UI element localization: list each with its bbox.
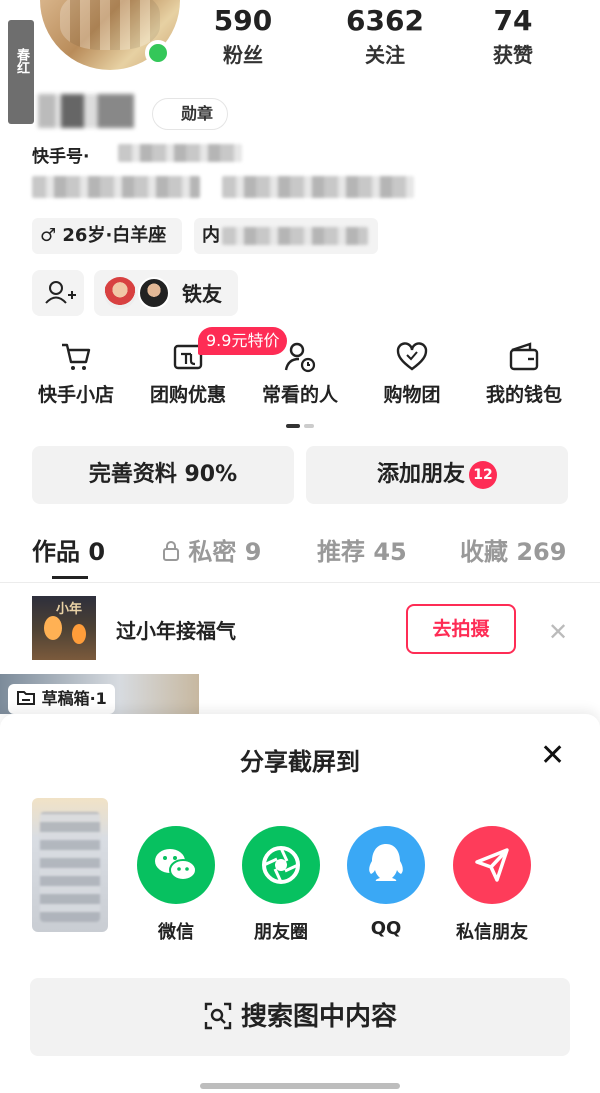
promo-label: 9.9元特价: [206, 331, 280, 350]
complete-profile-button[interactable]: 完善资料 90%: [32, 446, 294, 504]
stat-fans-count: 590: [213, 4, 273, 37]
iron-friend-chip[interactable]: 铁友: [94, 270, 238, 316]
tab-recommend[interactable]: 推荐 45: [317, 532, 407, 567]
tab-private-label: 私密 9: [188, 538, 262, 566]
menu-frequent-people-label: 常看的人: [261, 384, 338, 406]
menu-shopping-group[interactable]: 购物团: [352, 340, 472, 407]
menu-kuaishou-shop[interactable]: 快手小店: [16, 340, 136, 407]
share-qq[interactable]: QQ: [336, 826, 436, 939]
image-search-icon: [204, 1002, 232, 1030]
age-sign-tag: ♂ 26岁·白羊座: [32, 218, 182, 254]
menu-page-indicator: [286, 424, 314, 428]
stat-likes-label: 获赞: [493, 43, 533, 67]
banner-title: 过小年接福气: [116, 619, 236, 643]
menu-shopping-group-label: 购物团: [383, 384, 441, 406]
menu-kuaishou-shop-label: 快手小店: [37, 384, 114, 406]
search-image-content-label: 搜索图中内容: [240, 1002, 397, 1032]
iron-friend-label: 铁友: [182, 282, 222, 306]
stat-fans-label: 粉丝: [223, 43, 263, 67]
stat-fans[interactable]: 590 粉丝: [188, 4, 298, 68]
online-status-icon: [145, 40, 171, 66]
go-shoot-label: 去拍摄: [432, 618, 490, 640]
user-name-blurred: [38, 94, 134, 128]
person-clock-icon: [284, 342, 316, 373]
menu-group-buy-label: 团购优惠: [149, 384, 226, 406]
wechat-icon: [137, 826, 215, 904]
qq-icon: [347, 826, 425, 904]
folder-icon: [17, 691, 35, 705]
share-wechat-label: 微信: [158, 922, 194, 943]
banner-thumb-text: 小年: [56, 602, 83, 617]
location-tag: 内: [194, 218, 378, 254]
draft-box[interactable]: 草稿箱·1: [8, 684, 115, 714]
kuaishou-id-label: 快手号·: [32, 147, 90, 167]
banner-thumbnail: 小年: [32, 596, 96, 660]
tab-divider: [0, 582, 600, 583]
add-friend-icon-button[interactable]: [32, 270, 84, 316]
share-wechat[interactable]: 微信: [126, 826, 226, 944]
promo-badge: 9.9元特价: [198, 327, 288, 355]
tab-active-indicator: [52, 576, 88, 579]
stat-likes[interactable]: 74 获赞: [458, 4, 568, 68]
menu-my-wallet[interactable]: 我的钱包: [464, 340, 584, 407]
share-private-message[interactable]: 私信朋友: [442, 826, 542, 944]
tab-recommend-label: 推荐 45: [317, 538, 407, 566]
tab-favorites[interactable]: 收藏 269: [460, 532, 566, 567]
stat-following[interactable]: 6362 关注: [330, 4, 440, 68]
share-qq-label: QQ: [370, 918, 402, 939]
add-person-icon: [45, 281, 76, 304]
draft-label-text: 草稿箱·1: [41, 689, 107, 708]
tab-works[interactable]: 作品 0: [32, 532, 105, 567]
share-sheet-close-icon[interactable]: ✕: [540, 738, 565, 773]
bio-blurred-2: [222, 176, 414, 198]
heart-icon: [396, 342, 428, 371]
profile-screen: 春红 590 粉丝 6362 关注 74 获赞 勋章 快手号· ♂ 26岁·白羊…: [0, 0, 600, 1093]
wallet-icon: [509, 342, 539, 371]
go-shoot-button[interactable]: 去拍摄: [406, 604, 516, 654]
lock-icon: [163, 541, 179, 561]
badge-button[interactable]: 勋章: [152, 98, 229, 130]
friend-avatar-2: [138, 277, 170, 309]
side-tag-text: 春红: [14, 48, 29, 74]
kuaishou-id-blurred: [118, 144, 242, 162]
stat-following-label: 关注: [365, 43, 405, 67]
add-friend-button[interactable]: 添加朋友 12: [306, 446, 568, 504]
location-blurred: [222, 227, 368, 245]
stat-following-count: 6362: [346, 4, 424, 37]
age-sign-label: ♂ 26岁·白羊座: [40, 225, 167, 246]
cart-icon: [62, 343, 91, 370]
screenshot-thumbnail[interactable]: [32, 798, 108, 932]
tab-favorites-label: 收藏 269: [460, 538, 567, 566]
badge-label: 勋章: [181, 104, 214, 123]
tab-private[interactable]: 私密 9: [162, 532, 261, 567]
side-tag[interactable]: 春红: [8, 20, 34, 124]
home-indicator[interactable]: [200, 1083, 400, 1089]
tab-works-label: 作品 0: [32, 538, 106, 566]
menu-my-wallet-label: 我的钱包: [485, 384, 562, 406]
add-friend-label: 添加朋友: [376, 462, 465, 487]
share-sheet-title: 分享截屏到: [240, 748, 360, 776]
share-moments-label: 朋友圈: [254, 922, 308, 943]
bio-blurred-1: [32, 176, 200, 198]
friend-avatar-1: [104, 277, 136, 309]
moments-icon: [242, 826, 320, 904]
send-icon: [453, 826, 531, 904]
share-moments[interactable]: 朋友圈: [231, 826, 331, 944]
complete-profile-label: 完善资料 90%: [88, 462, 238, 487]
banner-close-icon[interactable]: ✕: [548, 618, 568, 646]
stat-likes-count: 74: [493, 4, 533, 37]
share-private-message-label: 私信朋友: [456, 922, 528, 943]
location-label: 内: [202, 225, 220, 246]
search-image-content-button[interactable]: 搜索图中内容: [30, 978, 570, 1056]
add-friend-count-badge: 12: [469, 461, 497, 489]
